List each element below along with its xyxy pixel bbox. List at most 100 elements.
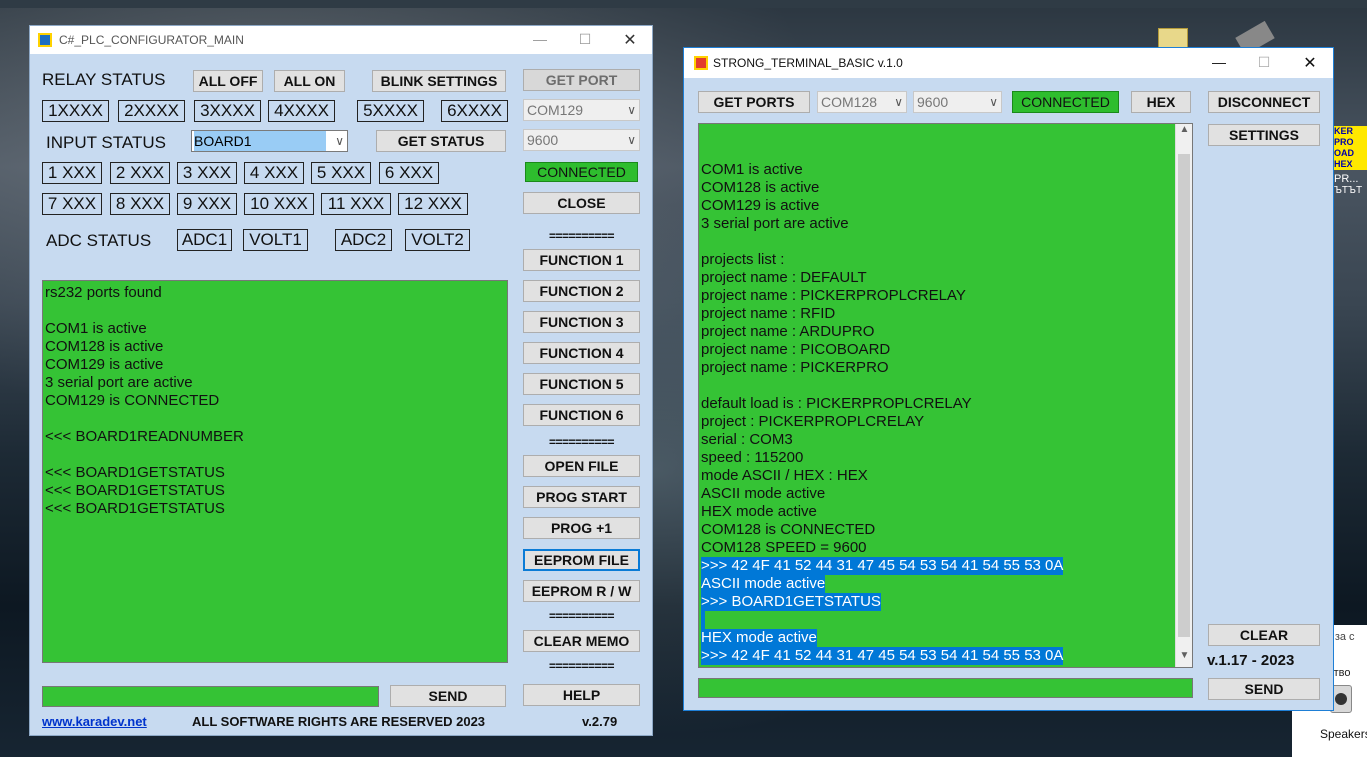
close-icon[interactable]: ✕ — [1300, 53, 1320, 73]
relay-status-label: RELAY STATUS — [42, 70, 166, 89]
memo-line-text: default load is : PICKERPROPLCRELAY — [701, 395, 972, 412]
memo-line-text: <<< BOARD1GETSTATUS — [45, 500, 225, 517]
port-select-value: COM129 — [527, 102, 584, 118]
scroll-down-icon[interactable]: ▼ — [1176, 650, 1192, 667]
connected-indicator: CONNECTED — [525, 162, 638, 182]
memo-line — [701, 233, 1174, 251]
memo-line-text: speed : 115200 — [701, 449, 804, 466]
relay-6[interactable]: 6XXXX — [441, 100, 508, 122]
desktop-label: HEX — [1334, 159, 1367, 170]
eeprom-file-button[interactable]: EEPROM FILE — [523, 549, 640, 571]
log-memo[interactable]: rs232 ports found COM1 is active COM128 is… — [42, 280, 508, 663]
clear-memo-button[interactable]: CLEAR MEMO — [523, 630, 640, 652]
relay-4[interactable]: 4XXXX — [268, 100, 335, 122]
memo-line: project name : PICOBOARD — [701, 341, 1174, 359]
title-bar[interactable]: C#_PLC_CONFIGURATOR_MAIN — ☐ ✕ — [30, 26, 652, 54]
relay-2[interactable]: 2XXXX — [118, 100, 185, 122]
send-input[interactable] — [698, 678, 1193, 698]
send-button[interactable]: SEND — [390, 685, 506, 707]
memo-line-text: HEX mode active — [701, 503, 817, 520]
memo-line-text: 3 serial port are active — [45, 374, 193, 391]
website-link[interactable]: www.karadev.net — [42, 714, 147, 729]
chevron-down-icon: ∨ — [335, 134, 344, 148]
close-icon[interactable]: ✕ — [620, 30, 640, 50]
memo-line-text: >>> 42 4F 41 52 44 31 47 45 54 53 54 41 … — [701, 647, 1064, 665]
memo-line-text: COM1 is active — [701, 161, 803, 178]
function-2-button[interactable]: FUNCTION 2 — [523, 280, 640, 302]
open-file-button[interactable]: OPEN FILE — [523, 455, 640, 477]
rights-text: ALL SOFTWARE RIGHTS ARE RESERVED 2023 — [192, 714, 486, 729]
all-on-button[interactable]: ALL ON — [274, 70, 345, 92]
memo-line: COM128 is active — [701, 179, 1174, 197]
function-1-button[interactable]: FUNCTION 1 — [523, 249, 640, 271]
maximize-icon[interactable]: ☐ — [1254, 54, 1274, 71]
adc-status-label: ADC STATUS — [46, 231, 152, 250]
all-off-button[interactable]: ALL OFF — [193, 70, 263, 92]
port-select[interactable]: COM128 ∨ — [817, 91, 907, 113]
window-title: STRONG_TERMINAL_BASIC v.1.0 — [713, 56, 903, 70]
title-bar[interactable]: STRONG_TERMINAL_BASIC v.1.0 — ☐ ✕ — [684, 48, 1333, 78]
send-button[interactable]: SEND — [1208, 678, 1320, 700]
hex-button[interactable]: HEX — [1131, 91, 1191, 113]
window-title: C#_PLC_CONFIGURATOR_MAIN — [59, 33, 244, 47]
minimize-icon[interactable]: — — [530, 31, 550, 47]
separator: ========== — [548, 435, 615, 449]
relay-1[interactable]: 1XXXX — [42, 100, 109, 122]
connected-indicator: CONNECTED — [1012, 91, 1119, 113]
maximize-icon[interactable]: ☐ — [575, 31, 595, 48]
function-4-button[interactable]: FUNCTION 4 — [523, 342, 640, 364]
memo-line-text: project name : PICKERPRO — [701, 359, 889, 376]
input-3: 3 XXX — [177, 162, 237, 184]
memo-line-text: ASCII mode active — [701, 575, 826, 593]
memo-line: project name : PICKERPROPLCRELAY — [701, 287, 1174, 305]
memo-line-text: <<< BOARD1GETSTATUS — [45, 482, 225, 499]
prog-plus-button[interactable]: PROG +1 — [523, 517, 640, 539]
relay-5[interactable]: 5XXXX — [357, 100, 424, 122]
baud-select-value: 9600 — [527, 132, 559, 148]
settings-button[interactable]: SETTINGS — [1208, 124, 1320, 146]
relay-3[interactable]: 3XXXX — [194, 100, 261, 122]
minimize-icon[interactable]: — — [1209, 54, 1229, 70]
desktop-label: PR... — [1334, 173, 1359, 185]
terminal-memo-lines: COM1 is active COM128 is active COM129 is … — [701, 143, 1174, 665]
memo-line: HEX mode active — [701, 629, 1174, 647]
memo-line-text: >>> BOARD1GETSTATUS — [701, 593, 881, 611]
get-port-button[interactable]: GET PORT — [523, 69, 640, 91]
scroll-thumb[interactable] — [1178, 154, 1190, 637]
scroll-up-icon[interactable]: ▲ — [1176, 124, 1192, 141]
memo-scrollbar[interactable]: ▲ ▼ — [1175, 124, 1192, 667]
close-button[interactable]: CLOSE — [523, 192, 640, 214]
memo-line: COM128 is CONNECTED — [701, 521, 1174, 539]
baud-select[interactable]: 9600 ∨ — [523, 129, 640, 151]
memo-line — [45, 446, 505, 464]
get-ports-button[interactable]: GET PORTS — [698, 91, 810, 113]
disconnect-button[interactable]: DISCONNECT — [1208, 91, 1320, 113]
help-button[interactable]: HELP — [523, 684, 640, 706]
get-status-button[interactable]: GET STATUS — [376, 130, 506, 152]
memo-line-text: <<< BOARD1GETSTATUS — [45, 464, 225, 481]
adc1-value: ADC1 — [177, 229, 232, 251]
function-3-button[interactable]: FUNCTION 3 — [523, 311, 640, 333]
input-9: 9 XXX — [177, 193, 237, 215]
desktop-top-strip — [0, 0, 1367, 8]
baud-select[interactable]: 9600 ∨ — [913, 91, 1002, 113]
memo-line: COM128 is active — [45, 338, 505, 356]
input-12: 12 XXX — [398, 193, 468, 215]
desktop-icon-labels[interactable]: KER PRO OAD HEX PR... ЪТЪТ — [1334, 126, 1367, 196]
clear-button[interactable]: CLEAR — [1208, 624, 1320, 646]
plc-configurator-window: C#_PLC_CONFIGURATOR_MAIN — ☐ ✕ RELAY STA… — [29, 25, 653, 736]
function-6-button[interactable]: FUNCTION 6 — [523, 404, 640, 426]
blink-settings-button[interactable]: BLINK SETTINGS — [372, 70, 506, 92]
memo-line-text: project name : DEFAULT — [701, 269, 867, 286]
board-select[interactable]: BOARD1 ∨ — [191, 130, 348, 152]
function-5-button[interactable]: FUNCTION 5 — [523, 373, 640, 395]
memo-line: >>> 42 4F 41 52 44 31 47 45 54 53 54 41 … — [701, 647, 1174, 665]
input-5: 5 XXX — [311, 162, 371, 184]
prog-start-button[interactable]: PROG START — [523, 486, 640, 508]
terminal-memo[interactable]: COM1 is active COM128 is active COM129 is … — [698, 123, 1193, 668]
eeprom-rw-button[interactable]: EEPROM R / W — [523, 580, 640, 602]
separator: ========== — [548, 659, 615, 673]
memo-line: project : PICKERPROPLCRELAY — [701, 413, 1174, 431]
send-input[interactable] — [42, 686, 379, 707]
port-select[interactable]: COM129 ∨ — [523, 99, 640, 121]
